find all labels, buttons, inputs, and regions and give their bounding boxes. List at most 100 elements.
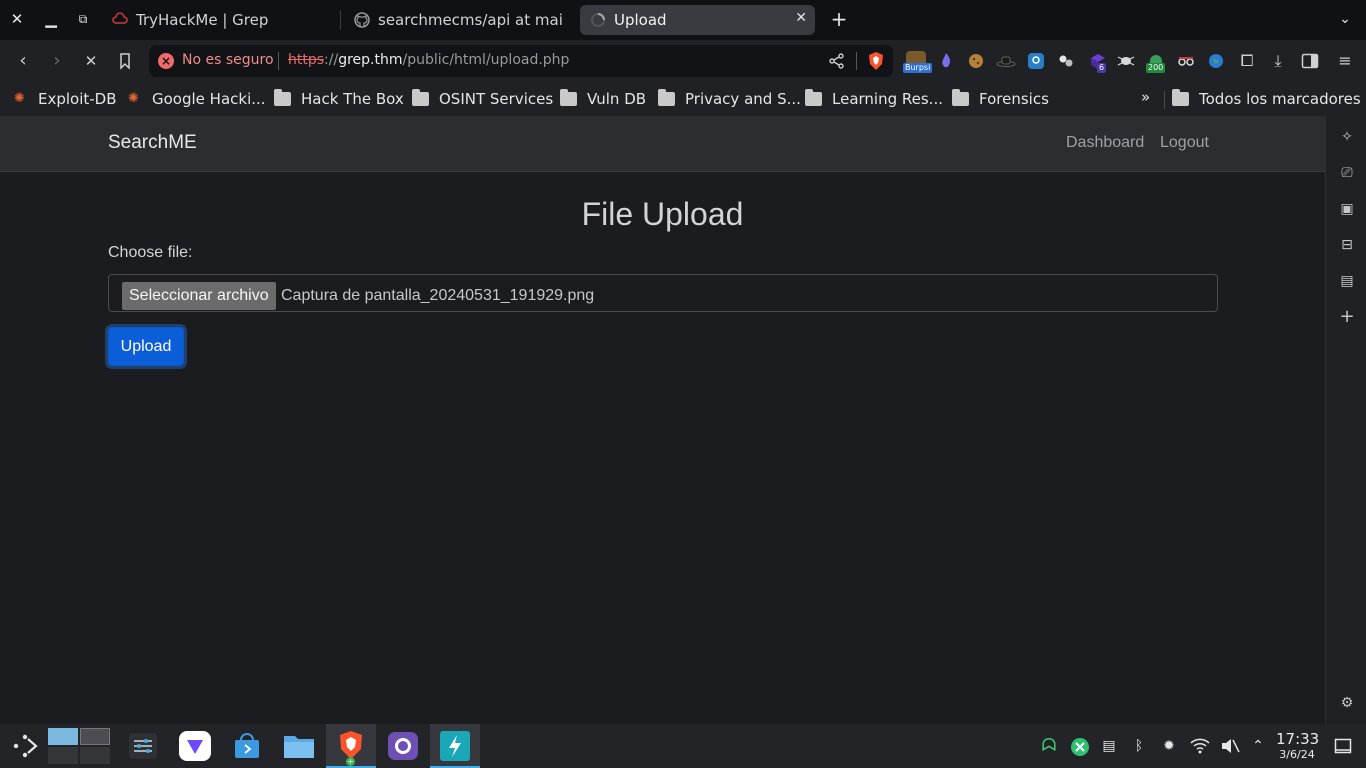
folder-icon bbox=[952, 89, 969, 106]
bookmark-label: OSINT Services bbox=[439, 90, 554, 108]
tray-expand-icon[interactable]: ⌃ bbox=[1249, 737, 1267, 755]
glasses-extension-icon[interactable] bbox=[1176, 51, 1196, 71]
folder-icon bbox=[284, 736, 314, 758]
bookmark-privacy[interactable]: Privacy and S... bbox=[658, 88, 801, 110]
status-extension-icon[interactable]: 200 bbox=[1146, 51, 1166, 73]
burpsuite-extension-icon[interactable]: Burpsi bbox=[903, 51, 933, 73]
bookmarks-panel-icon[interactable]: ⊟ bbox=[1338, 236, 1356, 254]
url-divider bbox=[278, 52, 279, 70]
taskbar-file-manager[interactable] bbox=[274, 724, 324, 768]
clock-time[interactable]: 17:33 bbox=[1276, 730, 1319, 748]
tab-github[interactable]: searchmecms/api at main · bbox=[350, 5, 564, 35]
wappalyzer-extension-icon[interactable] bbox=[936, 51, 956, 71]
bookmark-vuln-db[interactable]: Vuln DB bbox=[560, 88, 646, 110]
brave-shields-icon[interactable] bbox=[866, 51, 886, 71]
downloads-icon[interactable]: ⤓ bbox=[1267, 50, 1289, 72]
spider-extension-icon[interactable] bbox=[1116, 51, 1136, 71]
bookmark-google-hacking[interactable]: ✺ Google Hacki... bbox=[128, 88, 266, 110]
settings-gear-icon[interactable]: ⚙ bbox=[1338, 694, 1356, 712]
tab-tryhackme[interactable]: TryHackMe | Grep bbox=[108, 5, 336, 35]
bookmark-label: Exploit-DB bbox=[38, 90, 117, 108]
hat-extension-icon[interactable] bbox=[996, 51, 1016, 71]
taskbar-discover-store[interactable] bbox=[222, 724, 272, 768]
menu-hamburger-icon[interactable]: ≡ bbox=[1334, 50, 1356, 72]
web-page: SearchME Dashboard Logout File Upload Ch… bbox=[0, 116, 1325, 724]
taskbar-github-desktop[interactable] bbox=[378, 724, 428, 768]
bookmark-exploit-db[interactable]: ✺ Exploit-DB bbox=[14, 88, 117, 110]
bookmark-forensics[interactable]: Forensics bbox=[952, 88, 1049, 110]
molecule-extension-icon[interactable] bbox=[1056, 51, 1076, 71]
site-brand[interactable]: SearchME bbox=[108, 132, 197, 154]
brightness-icon[interactable]: ✹ bbox=[1160, 737, 1178, 755]
bookmark-icon[interactable] bbox=[116, 52, 134, 70]
desktop-1[interactable] bbox=[48, 728, 78, 745]
proton-vpn-icon bbox=[179, 731, 211, 761]
cookie-extension-icon[interactable] bbox=[966, 51, 986, 71]
nav-logout-link[interactable]: Logout bbox=[1160, 134, 1209, 152]
show-desktop-icon[interactable] bbox=[1334, 737, 1352, 755]
extensions-puzzle-icon[interactable]: ⧠ bbox=[1236, 50, 1258, 72]
tab-label: searchmecms/api at main · bbox=[378, 11, 564, 29]
choose-file-button[interactable]: Seleccionar archivo bbox=[122, 282, 276, 310]
new-tab-icon[interactable]: + bbox=[828, 8, 850, 30]
cube-extension-icon[interactable]: 6 bbox=[1088, 51, 1108, 73]
browser-toolbar: ‹ › ✕ × No es seguro https://grep.thm/pu… bbox=[0, 40, 1366, 82]
plus-badge-icon: + bbox=[346, 757, 355, 766]
nav-dashboard-link[interactable]: Dashboard bbox=[1066, 134, 1144, 152]
url-text[interactable]: https://grep.thm/public/html/upload.php bbox=[288, 52, 569, 68]
bookmark-osint-services[interactable]: OSINT Services bbox=[412, 88, 553, 110]
taskbar-brave-browser[interactable]: + bbox=[326, 724, 376, 768]
volume-muted-icon[interactable] bbox=[1220, 737, 1240, 755]
taskbar-proton-vpn[interactable] bbox=[170, 724, 220, 768]
file-input[interactable]: Seleccionar archivo Captura de pantalla_… bbox=[108, 274, 1218, 312]
github-icon bbox=[354, 12, 370, 28]
tab-list-chevron-icon[interactable]: ⌄ bbox=[1334, 8, 1356, 30]
globe-extension-icon[interactable] bbox=[1206, 51, 1226, 71]
bookmark-label: Vuln DB bbox=[587, 90, 647, 108]
bookmark-learning-resources[interactable]: Learning Res... bbox=[805, 88, 943, 110]
bookmark-hack-the-box[interactable]: Hack The Box bbox=[274, 88, 404, 110]
taskbar-system-settings[interactable] bbox=[118, 724, 168, 768]
location-extension-icon[interactable] bbox=[1026, 51, 1046, 71]
back-icon[interactable]: ‹ bbox=[12, 50, 34, 72]
bookmark-label: Privacy and S... bbox=[685, 90, 801, 108]
system-taskbar: + ᗣ ▤ ᛒ ✹ ⌃ 17:33 3/6/24 bbox=[0, 724, 1366, 768]
sidebar-toggle-icon[interactable] bbox=[1301, 52, 1319, 70]
bookmarks-overflow-icon[interactable]: » bbox=[1141, 88, 1150, 106]
leo-ai-icon[interactable]: ✧ bbox=[1338, 128, 1356, 146]
desktop-2[interactable] bbox=[80, 728, 110, 745]
clipboard-icon[interactable]: ▤ bbox=[1100, 737, 1118, 755]
window-close-icon[interactable]: ✕ bbox=[6, 8, 28, 30]
window-restore-icon[interactable]: ⧉ bbox=[72, 8, 94, 30]
reading-list-icon[interactable]: ▤ bbox=[1338, 272, 1356, 290]
app-launcher-icon[interactable] bbox=[12, 734, 38, 758]
github-desktop-icon bbox=[388, 732, 418, 760]
virtual-desktop-pager[interactable] bbox=[48, 728, 110, 764]
wifi-icon[interactable] bbox=[1190, 737, 1210, 755]
taskbar-thunder-app[interactable] bbox=[430, 724, 480, 768]
add-panel-icon[interactable]: + bbox=[1338, 308, 1356, 326]
forward-icon[interactable]: › bbox=[46, 50, 68, 72]
xdm-tray-icon[interactable] bbox=[1070, 737, 1089, 756]
tab-close-icon[interactable]: ✕ bbox=[795, 10, 807, 26]
url-divider bbox=[856, 52, 857, 70]
desktop-3[interactable] bbox=[48, 747, 78, 764]
address-bar[interactable]: × No es seguro https://grep.thm/public/h… bbox=[149, 45, 893, 77]
tab-label: Upload bbox=[614, 11, 667, 29]
bookmark-label: Todos los marcadores bbox=[1199, 90, 1361, 108]
not-secure-label[interactable]: No es seguro bbox=[182, 52, 274, 68]
desktop-4[interactable] bbox=[80, 747, 110, 764]
upload-button[interactable]: Upload bbox=[108, 327, 184, 366]
video-camera-icon[interactable]: ⎚ bbox=[1338, 164, 1356, 182]
stop-loading-icon[interactable]: ✕ bbox=[80, 50, 102, 72]
tab-upload[interactable]: Upload ✕ bbox=[580, 5, 815, 35]
window-minimize-icon[interactable]: ▁ bbox=[40, 8, 62, 30]
ghost-tray-icon[interactable]: ᗣ bbox=[1040, 737, 1058, 755]
wallet-icon[interactable]: ▣ bbox=[1338, 200, 1356, 218]
clock-date[interactable]: 3/6/24 bbox=[1276, 748, 1318, 761]
bookmark-label: Learning Res... bbox=[832, 90, 943, 108]
bookmarks-bar: ✺ Exploit-DB ✺ Google Hacki... Hack The … bbox=[0, 82, 1366, 116]
bluetooth-icon[interactable]: ᛒ bbox=[1130, 737, 1148, 755]
bookmark-all-bookmarks[interactable]: Todos los marcadores bbox=[1172, 88, 1361, 110]
share-icon[interactable] bbox=[827, 51, 847, 71]
